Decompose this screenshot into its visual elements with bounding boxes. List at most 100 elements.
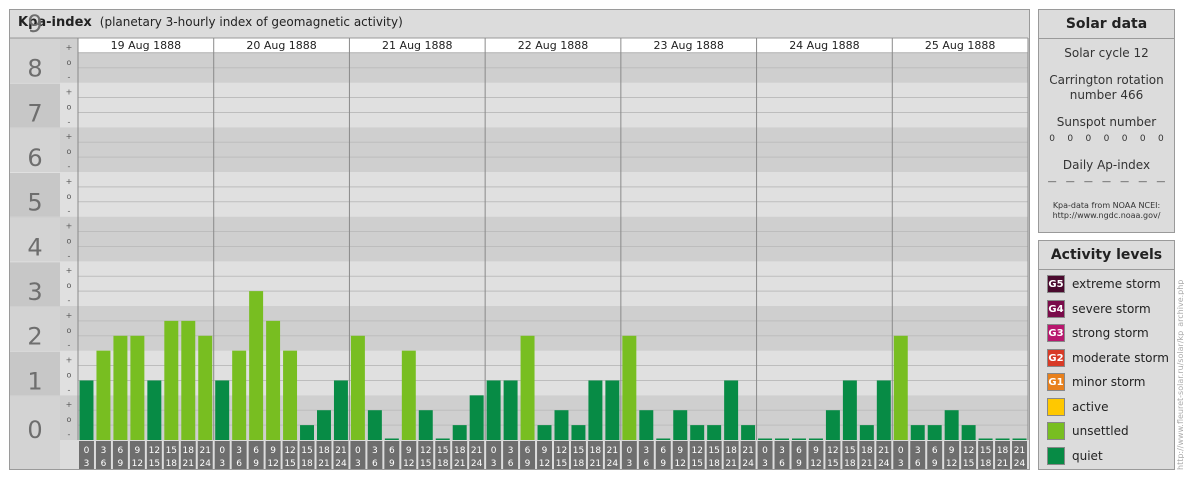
hour-start-label: 9: [813, 446, 819, 456]
sunspot-value: 0: [1121, 134, 1128, 144]
hour-end-label: 15: [149, 459, 160, 469]
kp-bar: [690, 425, 705, 440]
level-label: severe storm: [1072, 301, 1151, 316]
kp-bar: [486, 380, 501, 440]
sub-tick-label: +: [66, 356, 73, 365]
hour-start-label: 6: [932, 446, 938, 456]
hour-start-label: 21: [335, 446, 346, 456]
sub-tick-label: o: [67, 58, 72, 67]
hour-end-label: 9: [660, 459, 666, 469]
hour-end-label: 18: [573, 459, 585, 469]
sub-tick-label: +: [66, 177, 73, 186]
hour-start-label: 15: [301, 446, 312, 456]
hour-end-label: 21: [318, 459, 329, 469]
kp-bar: [825, 410, 840, 440]
solar-cycle: Solar cycle 12: [1064, 46, 1149, 60]
day-label: 24 Aug 1888: [789, 39, 859, 52]
y-tick-label: 0: [27, 416, 42, 444]
kp-bar: [876, 380, 891, 440]
y-tick-label: 8: [27, 55, 42, 83]
kp-bar: [249, 291, 264, 440]
hour-start-label: 18: [861, 446, 873, 456]
level-swatch: [1047, 397, 1065, 416]
hour-end-label: 6: [508, 459, 514, 469]
y-tick-label: 3: [27, 278, 42, 306]
sub-tick-label: -: [68, 162, 71, 171]
source-watermark: http://www.fleuret-solar.ru/solar/kp_arc…: [1176, 279, 1184, 470]
level-swatch: [1047, 422, 1065, 440]
source-link[interactable]: http://www.ngdc.noaa.gov/: [1039, 211, 1174, 221]
kp-bar: [350, 335, 365, 440]
kp-bar: [520, 335, 535, 440]
ap-label: Daily Ap-index: [1062, 158, 1151, 172]
y-tick-label: 4: [27, 233, 42, 261]
hour-end-label: 3: [355, 459, 361, 469]
kp-bar: [775, 438, 789, 440]
kp-bar: [893, 335, 908, 440]
ap-value: —: [1083, 177, 1093, 187]
hour-start-label: 0: [898, 446, 904, 456]
kp-bar: [588, 380, 603, 440]
hour-start-label: 3: [236, 446, 242, 456]
kp-bar: [401, 350, 416, 440]
background-band: [10, 172, 1028, 217]
hour-end-label: 18: [437, 459, 449, 469]
level-label: strong storm: [1072, 326, 1149, 340]
sub-tick-label: -: [68, 73, 71, 82]
hour-start-label: 18: [725, 446, 737, 456]
sunspot-value: 0: [1139, 134, 1146, 144]
carrington-line-1: Carrington rotation: [1049, 73, 1164, 87]
level-active: active: [1047, 397, 1109, 416]
sunspot-value: 0: [1103, 134, 1110, 144]
hour-start-label: 6: [796, 446, 802, 456]
level-label: active: [1072, 399, 1109, 414]
kp-bar: [333, 380, 348, 440]
hour-end-label: 24: [878, 459, 890, 469]
hour-start-label: 18: [318, 446, 330, 456]
level-unsettled: unsettled: [1047, 422, 1129, 440]
hour-start-label: 21: [200, 446, 211, 456]
kp-bar: [1012, 438, 1027, 440]
kp-bar: [503, 380, 518, 440]
source-line-1: Kpa-data from NOAA NCEI:: [1052, 201, 1161, 210]
level-label: minor storm: [1072, 375, 1146, 389]
hour-start-label: 3: [372, 446, 378, 456]
kp-bar: [96, 350, 111, 440]
hour-end-label: 3: [219, 459, 225, 469]
hour-start-label: 18: [454, 446, 466, 456]
hour-end-label: 18: [166, 459, 178, 469]
sub-tick-label: +: [66, 43, 73, 52]
hour-start-label: 0: [219, 446, 225, 456]
hour-end-label: 21: [725, 459, 736, 469]
kp-bar: [910, 425, 925, 440]
hour-start-label: 12: [420, 446, 431, 456]
hour-end-label: 12: [267, 459, 278, 469]
kp-bar: [656, 438, 671, 440]
sub-tick-label: +: [66, 88, 73, 97]
hour-start-label: 21: [1014, 446, 1025, 456]
day-label: 20 Aug 1888: [246, 39, 316, 52]
hour-start-label: 0: [626, 446, 632, 456]
hour-start-label: 0: [762, 446, 768, 456]
hour-end-label: 12: [403, 459, 414, 469]
hour-end-label: 3: [626, 459, 632, 469]
carrington-line-2: number 466: [1069, 88, 1144, 102]
hour-start-label: 15: [980, 446, 991, 456]
hour-end-label: 15: [284, 459, 295, 469]
ap-value: —: [1138, 177, 1148, 187]
hour-end-label: 12: [132, 459, 143, 469]
hour-end-label: 6: [915, 459, 921, 469]
background-band: [10, 127, 1028, 172]
hour-start-label: 18: [590, 446, 602, 456]
hour-start-label: 3: [508, 446, 514, 456]
sub-tick-label: -: [68, 251, 71, 260]
level-minor-storm: G1 minor storm: [1047, 373, 1145, 391]
kp-bar: [317, 410, 331, 440]
kp-bar: [622, 335, 637, 440]
sunspot-values: 0 0 0 0 0 0 0: [1039, 134, 1174, 144]
sub-tick-label: o: [67, 281, 72, 290]
level-swatch: G4: [1047, 299, 1065, 318]
kp-bar: [384, 438, 399, 440]
kp-bar: [859, 425, 874, 440]
kp-bar: [283, 350, 298, 440]
